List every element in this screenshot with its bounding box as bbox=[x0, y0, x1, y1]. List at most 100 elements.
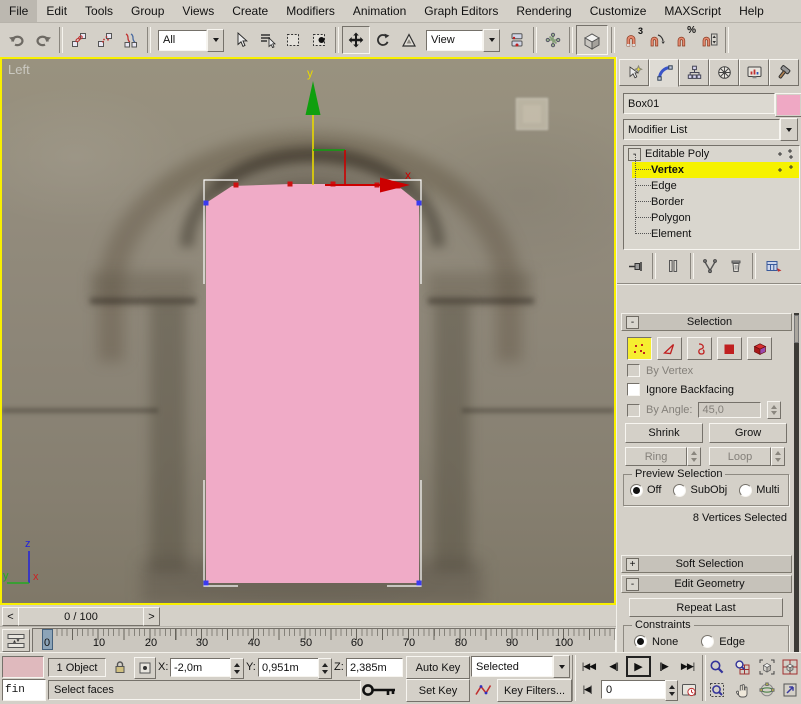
stack-root-label[interactable]: Editable Poly bbox=[645, 148, 709, 160]
repeat-last-button[interactable]: Repeat Last bbox=[629, 598, 783, 617]
selection-rollout-header[interactable]: - Selection bbox=[621, 313, 792, 331]
selection-set-dropdown[interactable]: Selected bbox=[471, 656, 570, 677]
select-object-icon[interactable] bbox=[228, 27, 254, 53]
set-key-button[interactable]: Set Key bbox=[406, 679, 470, 702]
preview-subobj-radio[interactable] bbox=[673, 484, 686, 497]
by-angle-spinner[interactable] bbox=[767, 401, 781, 419]
subobject-vertex-button[interactable] bbox=[627, 337, 652, 360]
min-max-toggle-button[interactable] bbox=[780, 679, 800, 700]
loop-spinner[interactable] bbox=[771, 447, 785, 466]
angle-snap-toggle-icon[interactable] bbox=[644, 27, 670, 53]
object-color-swatch[interactable] bbox=[775, 93, 801, 117]
move-gizmo[interactable]: y x bbox=[306, 66, 412, 193]
stack-row-vertex[interactable]: Vertex bbox=[632, 162, 799, 178]
collapse-icon[interactable]: - bbox=[626, 578, 639, 591]
key-filters-button[interactable]: Key Filters... bbox=[497, 679, 572, 702]
frame-spinner[interactable] bbox=[665, 680, 678, 701]
menu-views[interactable]: Views bbox=[173, 0, 223, 22]
select-and-scale-icon[interactable] bbox=[396, 27, 422, 53]
percent-snap-toggle-icon[interactable]: % bbox=[670, 27, 696, 53]
time-configuration-button[interactable] bbox=[679, 679, 700, 700]
grow-button[interactable]: Grow bbox=[709, 423, 787, 443]
make-unique-icon[interactable] bbox=[697, 258, 723, 274]
snap-toggle-3d-icon[interactable]: 3 bbox=[618, 27, 644, 53]
loop-button[interactable]: Loop bbox=[709, 447, 771, 466]
select-and-rotate-icon[interactable] bbox=[370, 27, 396, 53]
stack-row-element[interactable]: Element bbox=[632, 226, 799, 242]
viewport-label[interactable]: Left bbox=[8, 62, 30, 77]
arc-rotate-button[interactable] bbox=[756, 679, 778, 700]
snaps-toggle-icon[interactable] bbox=[576, 25, 608, 55]
zoom-extents-button[interactable] bbox=[756, 656, 778, 677]
current-frame-field[interactable]: 0 bbox=[601, 680, 669, 699]
menu-tools[interactable]: Tools bbox=[76, 0, 122, 22]
key-mode-toggle[interactable]: |◀| bbox=[577, 679, 597, 700]
rectangular-selection-region-icon[interactable] bbox=[280, 27, 306, 53]
menu-help[interactable]: Help bbox=[730, 0, 773, 22]
dropdown-arrow-button[interactable] bbox=[483, 29, 500, 52]
viewport-canvas[interactable]: y x z y x Left bbox=[2, 59, 614, 603]
mini-curve-editor-icon[interactable] bbox=[2, 629, 30, 652]
tab-create[interactable] bbox=[619, 59, 649, 86]
time-slider-next-button[interactable]: > bbox=[143, 607, 160, 626]
menu-file[interactable]: File bbox=[0, 0, 37, 22]
preview-off-radio[interactable] bbox=[630, 484, 643, 497]
spinner-snap-toggle-icon[interactable] bbox=[696, 27, 722, 53]
menu-modifiers[interactable]: Modifiers bbox=[277, 0, 344, 22]
region-zoom-button[interactable] bbox=[706, 679, 728, 700]
remove-modifier-icon[interactable] bbox=[723, 258, 749, 274]
select-by-name-icon[interactable] bbox=[254, 27, 280, 53]
absolute-offset-toggle[interactable] bbox=[134, 657, 156, 679]
reference-coordinate-system-dropdown[interactable]: View bbox=[426, 30, 500, 51]
time-slider-prev-button[interactable]: < bbox=[2, 607, 19, 626]
y-coordinate-field[interactable]: 0,951m bbox=[258, 658, 321, 677]
zoom-all-button[interactable] bbox=[731, 656, 753, 677]
menu-customize[interactable]: Customize bbox=[581, 0, 656, 22]
pan-button[interactable] bbox=[731, 679, 753, 700]
menu-graph-editors[interactable]: Graph Editors bbox=[415, 0, 507, 22]
go-to-end-button[interactable]: ▶▶| bbox=[676, 656, 699, 677]
by-angle-field[interactable]: 45,0 bbox=[698, 402, 761, 418]
modifier-list-dropdown[interactable]: Modifier List bbox=[623, 119, 798, 140]
by-vertex-checkbox[interactable] bbox=[627, 364, 640, 377]
default-in-out-tangents-icon[interactable] bbox=[471, 679, 494, 700]
menu-rendering[interactable]: Rendering bbox=[507, 0, 580, 22]
maxscript-mini-listener[interactable]: fin bbox=[2, 679, 46, 701]
set-keys-key-icon[interactable] bbox=[358, 677, 402, 703]
menu-animation[interactable]: Animation bbox=[344, 0, 415, 22]
maxscript-macro-recorder-line[interactable] bbox=[2, 656, 44, 678]
stack-row-edge[interactable]: Edge bbox=[632, 178, 799, 194]
next-frame-button[interactable]: ||▶ bbox=[653, 656, 674, 677]
select-and-move-icon[interactable] bbox=[342, 26, 370, 54]
pin-stack-icon[interactable] bbox=[621, 258, 649, 274]
stack-row-polygon[interactable]: Polygon bbox=[632, 210, 799, 226]
undo-icon[interactable] bbox=[4, 27, 30, 53]
show-end-result-icon[interactable] bbox=[659, 258, 687, 274]
menu-maxscript[interactable]: MAXScript bbox=[655, 0, 730, 22]
shrink-button[interactable]: Shrink bbox=[625, 423, 703, 443]
select-and-link-icon[interactable] bbox=[66, 27, 92, 53]
menu-edit[interactable]: Edit bbox=[37, 0, 76, 22]
stack-row-border[interactable]: Border bbox=[632, 194, 799, 210]
x-coordinate-field[interactable]: -2,0m bbox=[170, 658, 233, 677]
subobject-border-button[interactable] bbox=[687, 337, 712, 360]
soft-selection-rollout-header[interactable]: + Soft Selection bbox=[621, 555, 792, 573]
edit-geometry-rollout-header[interactable]: - Edit Geometry bbox=[621, 575, 792, 593]
viewport-left[interactable]: y x z y x Left bbox=[0, 57, 616, 605]
subobject-polygon-button[interactable] bbox=[717, 337, 742, 360]
subobject-element-button[interactable] bbox=[747, 337, 772, 360]
tab-motion[interactable] bbox=[709, 59, 739, 86]
redo-icon[interactable] bbox=[30, 27, 56, 53]
window-crossing-toggle-icon[interactable] bbox=[306, 27, 332, 53]
dropdown-arrow-button[interactable] bbox=[207, 29, 224, 52]
panel-scrollbar[interactable] bbox=[794, 313, 799, 652]
subobject-edge-button[interactable] bbox=[657, 337, 682, 360]
x-spinner[interactable] bbox=[230, 658, 244, 679]
previous-frame-button[interactable]: ◀|| bbox=[603, 656, 624, 677]
tab-hierarchy[interactable] bbox=[679, 59, 709, 86]
z-coordinate-field[interactable]: 2,385m bbox=[346, 658, 403, 677]
go-to-start-button[interactable]: |◀◀ bbox=[577, 656, 600, 677]
selection-lock-toggle[interactable] bbox=[110, 657, 130, 677]
scrollbar-thumb[interactable] bbox=[794, 315, 799, 343]
unlink-selection-icon[interactable] bbox=[92, 27, 118, 53]
